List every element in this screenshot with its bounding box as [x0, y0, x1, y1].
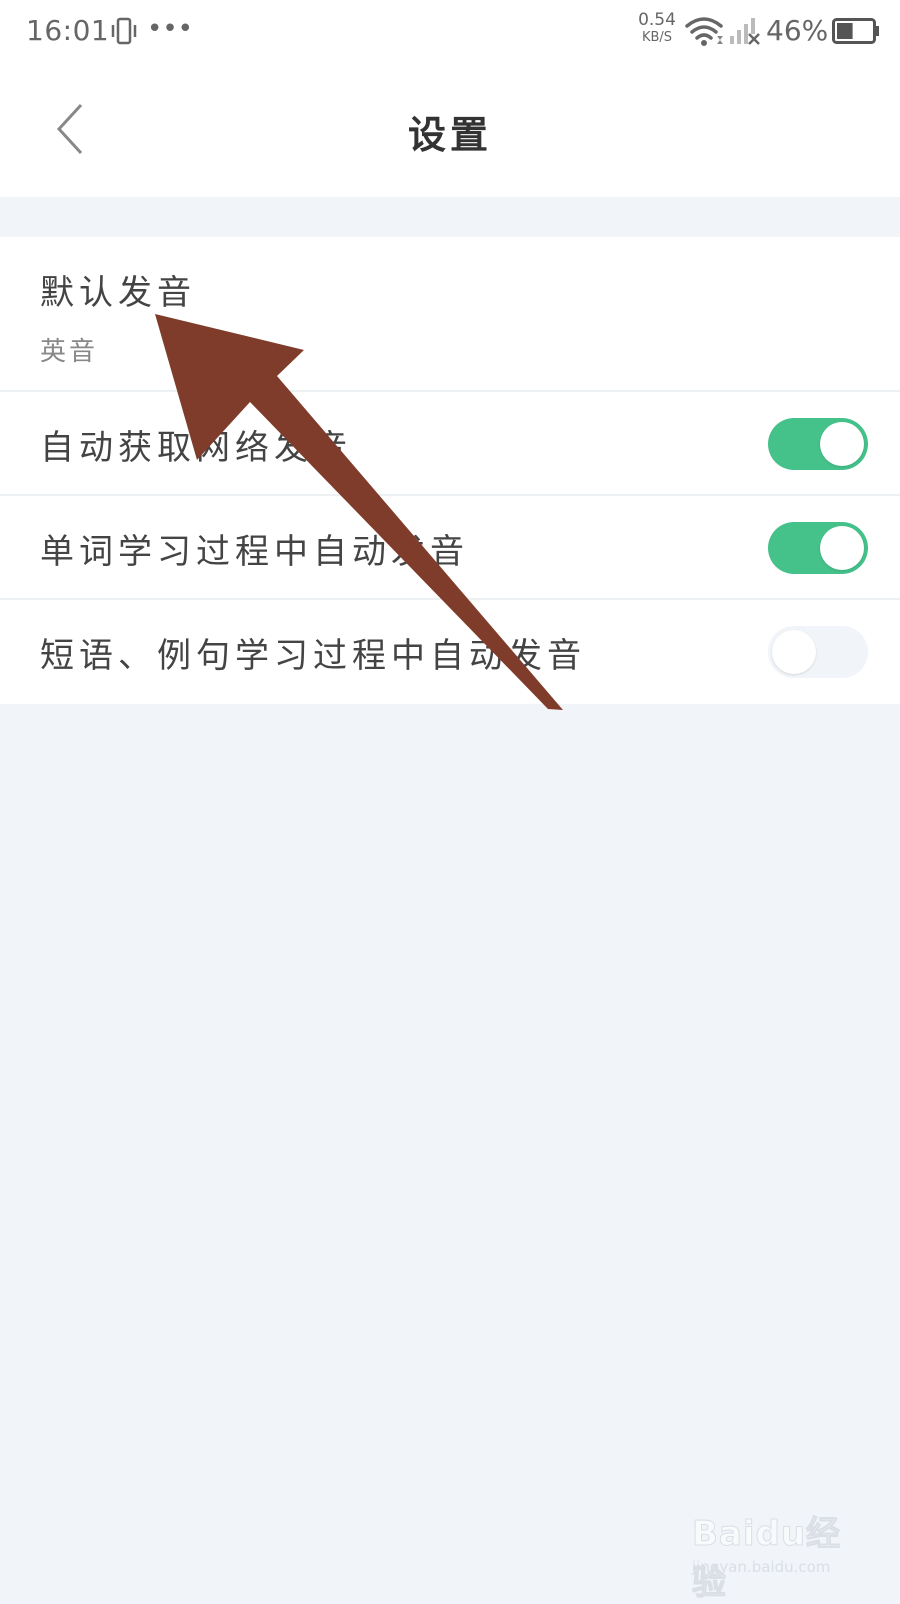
setting-row-auto-fetch-network-audio: 自动获取网络发音 — [0, 392, 900, 496]
auto-fetch-network-audio-toggle[interactable] — [768, 418, 868, 470]
network-speed-value: 0.54 — [638, 10, 676, 30]
battery-level-fill — [837, 23, 853, 39]
app-header: 设置 — [0, 64, 900, 197]
status-time: 16:01 — [26, 14, 110, 47]
default-pronunciation-label: 默认发音 — [40, 273, 196, 313]
page-title: 设置 — [407, 112, 492, 157]
battery-icon — [832, 18, 880, 44]
cellular-signal-icon — [728, 14, 762, 48]
toggle-knob — [820, 526, 864, 570]
battery-percent: 46% — [766, 14, 829, 47]
watermark-brand: Baidu经验 — [692, 1514, 842, 1604]
setting-row-phrase-sentence-auto-pronounce: 短语、例句学习过程中自动发音 — [0, 600, 900, 704]
setting-label: 自动获取网络发音 — [40, 428, 352, 468]
word-auto-pronounce-toggle[interactable] — [768, 522, 868, 574]
toggle-knob — [820, 422, 864, 466]
setting-row-word-auto-pronounce: 单词学习过程中自动发音 — [0, 496, 900, 600]
status-bar: 16:01 ••• 0.54 KB/S 46% — [0, 0, 900, 64]
watermark-url: jingyan.baidu.com — [692, 1558, 831, 1576]
baidu-watermark-logo: Baidu经验 jingyan.baidu.com — [688, 1500, 858, 1604]
toggle-knob — [772, 630, 816, 674]
more-dots-icon: ••• — [147, 14, 194, 44]
default-pronunciation-row[interactable]: 默认发音 英音 — [0, 237, 900, 392]
network-speed: 0.54 KB/S — [635, 12, 679, 46]
vibrate-icon — [110, 16, 138, 46]
network-speed-unit: KB/S — [641, 30, 673, 45]
settings-list: 默认发音 英音 自动获取网络发音 单词学习过程中自动发音 短语、例句学习过程中自… — [0, 237, 900, 704]
phrase-sentence-auto-pronounce-toggle[interactable] — [768, 626, 868, 678]
default-pronunciation-value: 英音 — [40, 337, 99, 367]
setting-label: 单词学习过程中自动发音 — [40, 532, 469, 572]
setting-label: 短语、例句学习过程中自动发音 — [40, 636, 586, 676]
wifi-icon — [684, 14, 724, 48]
